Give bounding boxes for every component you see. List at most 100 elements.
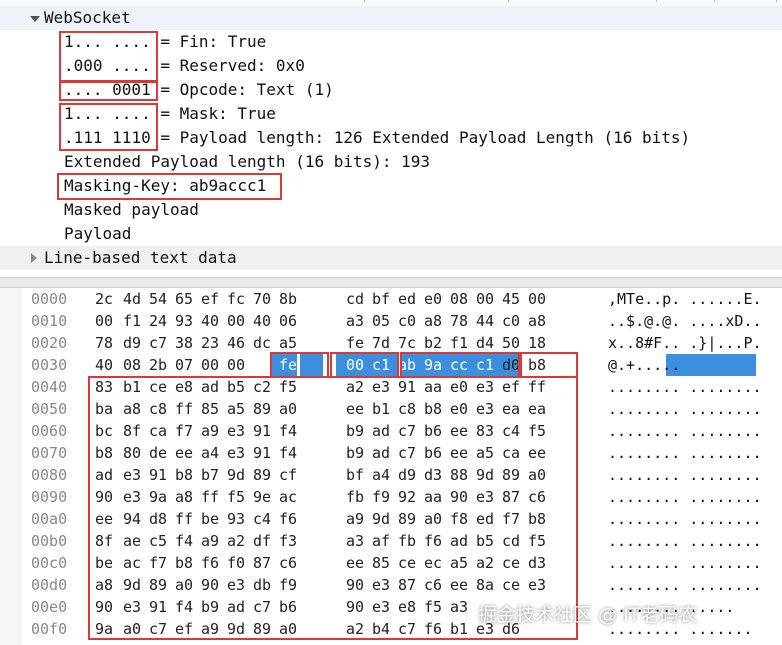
hex-offset: 00b0 xyxy=(31,532,68,550)
hex-byte[interactable]: fc xyxy=(226,288,246,310)
hex-byte[interactable]: fe xyxy=(345,332,365,354)
ascii-column: ........ ........ xyxy=(608,488,762,506)
tree-node-websocket[interactable]: WebSocket xyxy=(0,6,782,30)
hex-byte[interactable]: a3 xyxy=(345,310,365,332)
hex-byte[interactable]: 44 xyxy=(475,310,495,332)
hex-byte[interactable]: d4 xyxy=(475,332,495,354)
hex-byte[interactable]: a5 xyxy=(278,332,298,354)
ascii-column: ........ ........ xyxy=(608,400,762,418)
hex-offset: 0000 xyxy=(31,290,68,308)
ascii-column: ........ ........ xyxy=(608,576,762,594)
hex-byte[interactable]: c0 xyxy=(397,310,417,332)
hex-byte[interactable]: a8 xyxy=(527,310,547,332)
hex-byte[interactable]: 78 xyxy=(94,332,114,354)
ascii-column: x..8#F.. .}|...P. xyxy=(608,334,762,352)
packet-detail-pane: WebSocket 1... .... = Fin: True .000 ...… xyxy=(0,0,782,277)
hex-byte[interactable]: 00 xyxy=(527,288,547,310)
hex-offset: 00f0 xyxy=(31,620,68,638)
ascii-column: ........ ........ xyxy=(608,466,762,484)
hex-byte[interactable]: 38 xyxy=(174,332,194,354)
ascii-column: ..$.@.@. ....xD.. xyxy=(608,312,762,330)
hex-byte[interactable]: 50 xyxy=(501,332,521,354)
hex-byte[interactable]: 65 xyxy=(174,288,194,310)
tree-node-label: WebSocket xyxy=(44,8,131,27)
hex-offset: 00d0 xyxy=(31,576,68,594)
ascii-column: ........ ........ xyxy=(608,532,762,550)
hex-byte[interactable]: e0 xyxy=(423,288,443,310)
hex-byte[interactable]: 70 xyxy=(252,288,272,310)
hex-byte[interactable]: 00 xyxy=(200,354,220,376)
annotation-box-fin-opcode-byte xyxy=(270,352,329,378)
hex-byte[interactable]: c7 xyxy=(148,332,168,354)
hex-byte[interactable]: 45 xyxy=(501,288,521,310)
ascii-column: ........ ........ xyxy=(608,378,762,396)
hex-byte[interactable]: cd xyxy=(345,288,365,310)
hex-row[interactable]: 0020 78 d9 c7 38 23 46 dc a5 fe 7d 7c b2 f1 d4 50 18 x..8… xyxy=(0,332,782,354)
hex-byte[interactable]: 18 xyxy=(527,332,547,354)
ascii-column: @.+..... xyxy=(608,356,681,374)
hex-byte[interactable]: 2c xyxy=(94,288,114,310)
ascii-column: ........ ........ xyxy=(608,444,762,462)
hex-byte[interactable]: c0 xyxy=(501,310,521,332)
hex-byte[interactable]: 08 xyxy=(122,354,142,376)
hex-row[interactable]: 0010 00 f1 24 93 40 00 40 06 a3 05 c0 a8 78 44 c0 a8 ..$.… xyxy=(0,310,782,332)
hex-byte[interactable]: 23 xyxy=(200,332,220,354)
hex-offset: 0050 xyxy=(31,400,68,418)
annotation-box-length-bytes xyxy=(330,352,399,378)
hex-byte[interactable]: 00 xyxy=(475,288,495,310)
hex-offset: 0030 xyxy=(31,356,68,374)
hex-byte[interactable]: d9 xyxy=(122,332,142,354)
hex-byte[interactable]: 46 xyxy=(226,332,246,354)
annotation-box-fin-reserved xyxy=(59,31,158,82)
watermark: 掘金技术社区 @ IT老码农 xyxy=(478,604,698,626)
hex-byte[interactable]: b2 xyxy=(423,332,443,354)
hex-byte[interactable]: 06 xyxy=(278,310,298,332)
hex-byte[interactable]: ef xyxy=(200,288,220,310)
tree-node-line-based-text[interactable]: Line-based text data xyxy=(0,246,782,270)
hex-byte[interactable]: bf xyxy=(371,288,391,310)
hex-byte[interactable]: ed xyxy=(397,288,417,310)
ascii-column: ........ ........ xyxy=(608,510,762,528)
expand-arrow-icon[interactable] xyxy=(30,16,40,22)
hex-byte[interactable]: dc xyxy=(252,332,272,354)
hex-offset: 00a0 xyxy=(31,510,68,528)
hex-byte[interactable]: 4d xyxy=(122,288,142,310)
hex-byte[interactable]: 08 xyxy=(449,288,469,310)
hex-byte[interactable]: 81 xyxy=(252,354,272,376)
hex-byte[interactable]: 05 xyxy=(371,310,391,332)
pane-splitter[interactable] xyxy=(0,277,782,288)
hex-byte[interactable]: 00 xyxy=(226,354,246,376)
hex-byte[interactable]: 7d xyxy=(371,332,391,354)
annotation-box-key-bytes xyxy=(400,352,520,378)
hex-byte[interactable]: 78 xyxy=(449,310,469,332)
hex-byte[interactable]: 00 xyxy=(226,310,246,332)
hex-byte[interactable]: 07 xyxy=(174,354,194,376)
hex-byte[interactable]: a8 xyxy=(423,310,443,332)
hex-byte[interactable]: 8b xyxy=(278,288,298,310)
hex-offset: 00e0 xyxy=(31,598,68,616)
hex-offset: 0080 xyxy=(31,466,68,484)
collapse-arrow-icon[interactable] xyxy=(31,253,37,263)
hex-offset: 0070 xyxy=(31,444,68,462)
annotation-box-mask-length xyxy=(59,103,158,151)
hex-offset: 0090 xyxy=(31,488,68,506)
hex-byte[interactable]: 40 xyxy=(200,310,220,332)
hex-byte[interactable]: 2b xyxy=(148,354,168,376)
hex-byte[interactable]: 00 xyxy=(94,310,114,332)
tree-node-label: Line-based text data xyxy=(44,248,237,267)
ascii-column: ........ ........ xyxy=(608,554,762,572)
ascii-column: ........ ........ xyxy=(608,422,762,440)
hex-byte[interactable]: 7c xyxy=(397,332,417,354)
hex-byte[interactable]: 54 xyxy=(148,288,168,310)
hex-byte[interactable]: f1 xyxy=(122,310,142,332)
hex-offset: 00c0 xyxy=(31,554,68,572)
hex-byte[interactable]: f1 xyxy=(449,332,469,354)
hex-byte[interactable]: 24 xyxy=(148,310,168,332)
hex-byte[interactable]: 40 xyxy=(94,354,114,376)
hex-row[interactable]: 0000 2c 4d 54 65 ef fc 70 8b cd bf ed e0 08 00 45 00 ,MTe… xyxy=(0,288,782,310)
ascii-column: ,MTe..p. ......E. xyxy=(608,290,762,308)
hex-byte[interactable]: 93 xyxy=(174,310,194,332)
hex-byte[interactable]: 40 xyxy=(252,310,272,332)
hex-offset: 0060 xyxy=(31,422,68,440)
annotation-box-masking-key xyxy=(57,173,282,200)
